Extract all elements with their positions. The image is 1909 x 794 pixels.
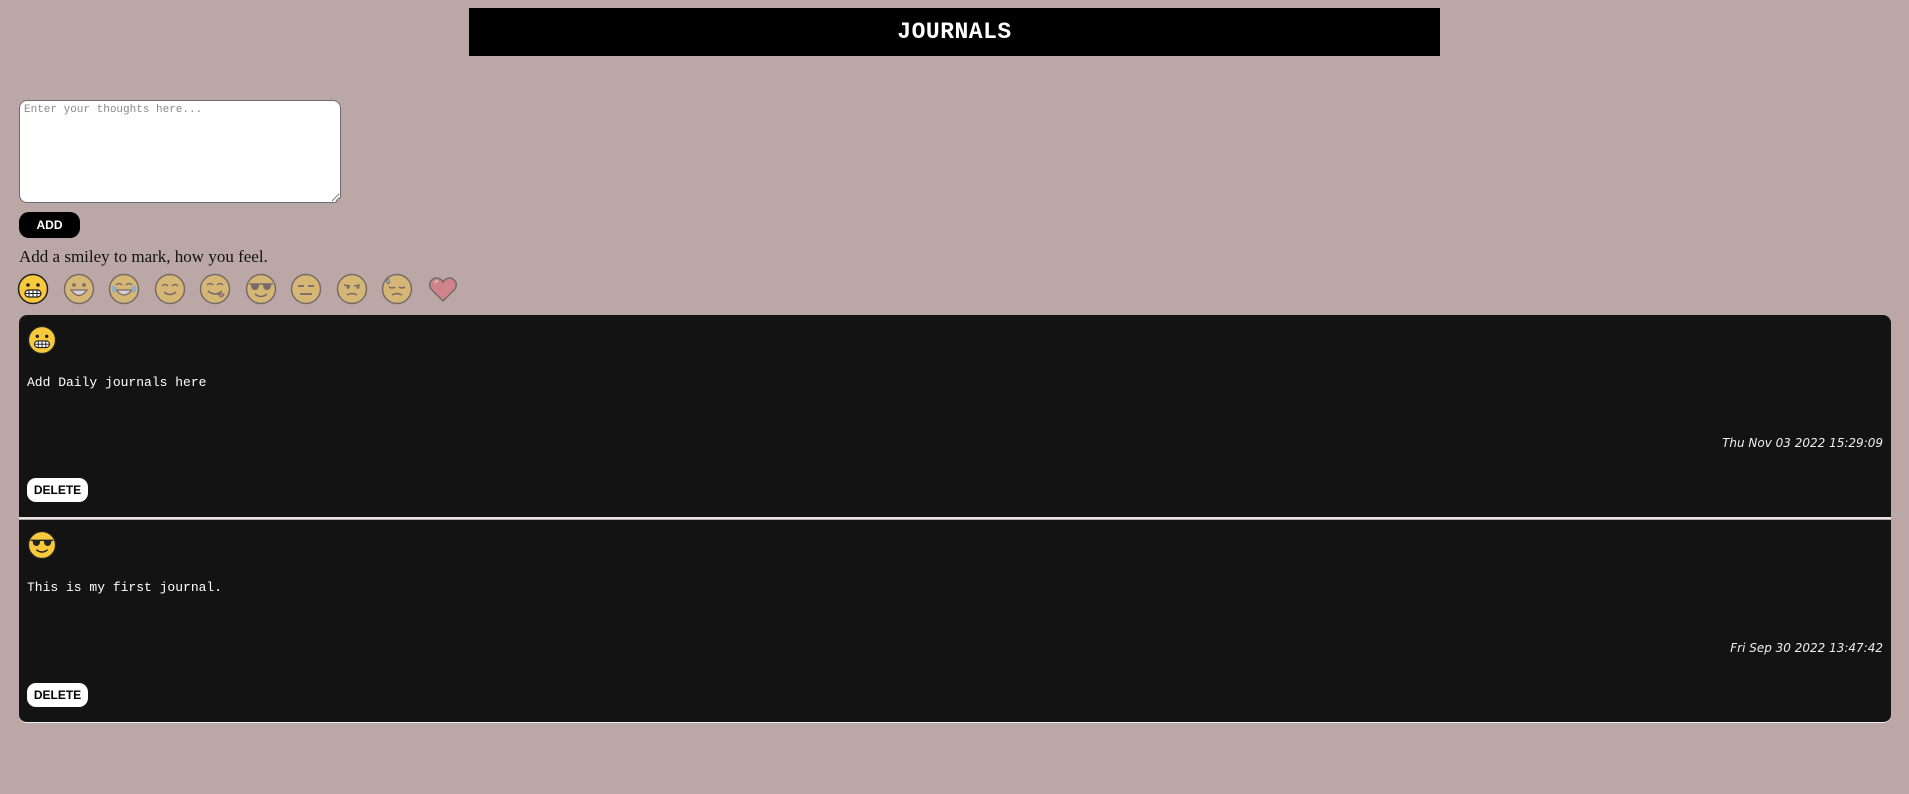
sunglasses-face-icon[interactable] [245, 273, 277, 305]
downcast-sweat-face-icon[interactable] [381, 273, 413, 305]
grimacing-face-icon[interactable] [17, 273, 49, 305]
tears-of-joy-face-icon[interactable] [108, 273, 140, 305]
smiley-hint: Add a smiley to mark, how you feel. [19, 247, 268, 266]
journal-entry: This is my first journal. Fri Sep 30 202… [19, 520, 1891, 723]
page-title-text: JOURNALS [897, 19, 1012, 45]
journal-entry: Add Daily journals here Thu Nov 03 2022 … [19, 315, 1891, 518]
smiling-face-icon[interactable] [154, 273, 186, 305]
unamused-face-icon[interactable] [336, 273, 368, 305]
delete-button[interactable]: DELETE [27, 478, 88, 502]
heart-icon[interactable] [427, 273, 459, 305]
journal-entry-date: Thu Nov 03 2022 15:29:09 [1722, 436, 1883, 450]
journal-input[interactable] [19, 100, 341, 203]
page-title: JOURNALS [469, 8, 1440, 56]
divider [19, 517, 1891, 519]
add-button[interactable]: ADD [19, 212, 80, 238]
grimacing-face-icon [27, 325, 57, 355]
grinning-face-icon[interactable] [63, 273, 95, 305]
sunglasses-face-icon [27, 530, 57, 560]
smiley-picker [17, 273, 459, 307]
journal-entry-text: This is my first journal. [27, 580, 223, 595]
expressionless-face-icon[interactable] [290, 273, 322, 305]
journal-entry-date: Fri Sep 30 2022 13:47:42 [1730, 641, 1883, 655]
savoring-food-face-icon[interactable] [199, 273, 231, 305]
delete-button[interactable]: DELETE [27, 683, 88, 707]
journal-entry-text: Add Daily journals here [27, 375, 207, 390]
